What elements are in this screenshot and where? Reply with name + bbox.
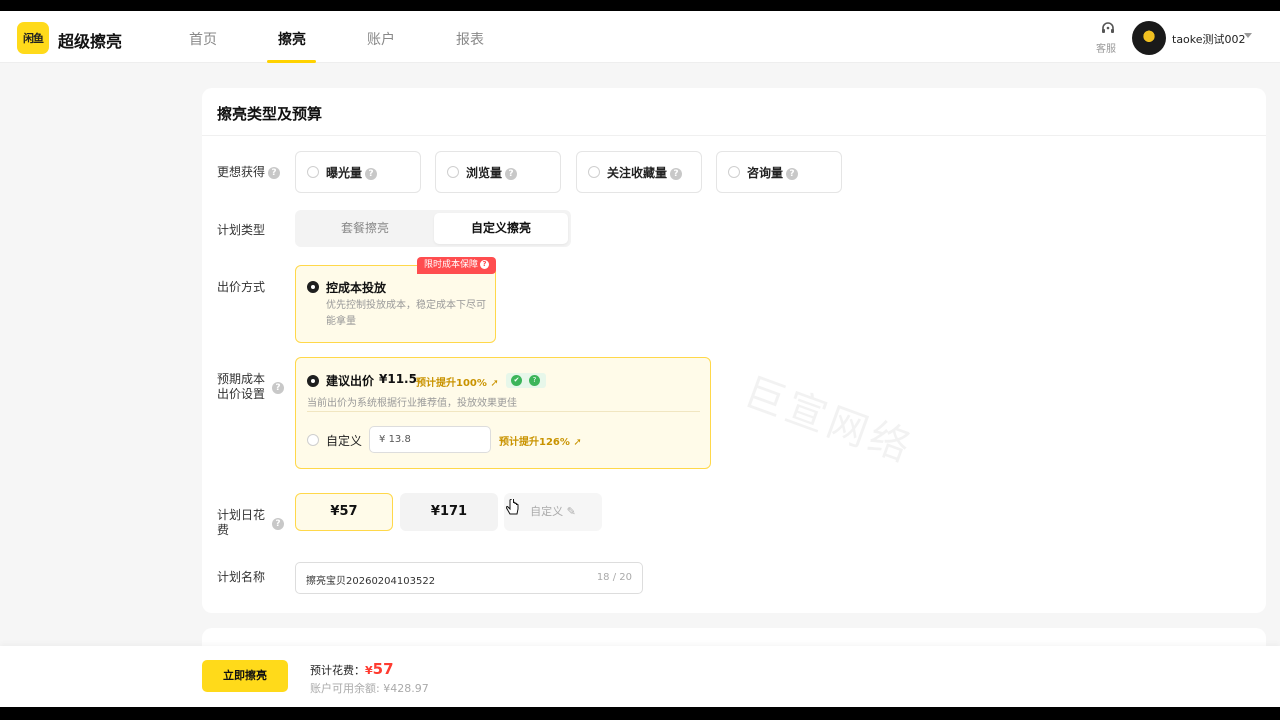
goal-option-views[interactable]: 浏览量? — [435, 151, 561, 193]
suggested-uplift: 预计提升100% ➚ — [416, 378, 499, 389]
goal-option-label: 咨询量? — [747, 164, 799, 181]
bid-option-cost-control[interactable]: 控成本投放 优先控制投放成本，稳定成本下尽可能拿量 — [295, 265, 496, 343]
currency-symbol: ¥ — [379, 434, 386, 445]
polish-now-button[interactable]: 立即擦亮 — [202, 660, 288, 692]
nav-tab-account[interactable]: 账户 — [367, 29, 395, 49]
help-icon[interactable]: ? — [272, 382, 284, 394]
arrow-up-icon: ➚ — [573, 437, 582, 448]
headset-icon — [1102, 22, 1114, 33]
divider — [307, 411, 700, 412]
customer-service-label: 客服 — [1096, 44, 1116, 55]
hand-cursor-icon — [506, 499, 519, 515]
section-title: 擦亮类型及预算 — [217, 105, 323, 123]
radio-icon[interactable] — [307, 166, 319, 178]
plan-type-custom[interactable]: 自定义擦亮 — [434, 213, 568, 244]
expected-cost-label: 预期成本 出价设置 — [217, 372, 266, 401]
nav-tab-report[interactable]: 报表 — [456, 29, 484, 49]
promo-tag: 限时成本保障? — [417, 257, 496, 274]
help-icon[interactable]: ? — [505, 167, 518, 180]
plan-name-value: 擦亮宝贝20260204103522 — [306, 576, 436, 587]
plan-settings-card: 擦亮类型及预算 更想获得? 曝光量? 浏览量? 关注收藏量? 咨询量? 计划类型… — [202, 88, 1266, 613]
username[interactable]: taoke测试002 — [1172, 31, 1246, 47]
help-icon[interactable]: ? — [480, 260, 490, 269]
goal-option-exposure[interactable]: 曝光量? — [295, 151, 421, 193]
radio-icon[interactable] — [728, 166, 740, 178]
goal-option-label: 曝光量? — [326, 164, 378, 181]
account-balance: 账户可用余额: ¥428.97 — [310, 682, 429, 695]
help-icon[interactable]: ? — [670, 167, 683, 180]
watermark: 巨宣网络 — [738, 369, 920, 473]
help-icon[interactable]: ? — [786, 167, 799, 180]
daily-budget-label: 计划日花 费 — [217, 508, 266, 537]
guarantee-badges: ✔ ? — [506, 373, 546, 388]
suggested-bid-desc: 当前出价为系统根据行业推荐值，投放效果更佳 — [307, 398, 517, 409]
goal-option-follows[interactable]: 关注收藏量? — [576, 151, 702, 193]
custom-bid-value: 13.8 — [388, 434, 411, 445]
suggested-bid-label: 建议出价 — [326, 374, 375, 388]
goal-label-row: 更想获得? — [217, 165, 281, 180]
estimated-cost: 预计花费：¥57 — [310, 660, 394, 678]
plan-name-label: 计划名称 — [217, 570, 266, 584]
nav-tab-polish[interactable]: 擦亮 — [278, 29, 306, 49]
expected-cost-panel: 建议出价 ¥11.5 预计提升100% ➚ ✔ ? 当前出价为系统根据行业推荐值… — [295, 357, 711, 469]
radio-icon[interactable] — [588, 166, 600, 178]
shield-icon: ✔ — [511, 375, 522, 386]
bid-option-desc: 优先控制投放成本，稳定成本下尽可能拿量 — [326, 300, 486, 327]
custom-uplift: 预计提升126% ➚ — [499, 437, 582, 448]
arrow-up-icon: ➚ — [490, 378, 499, 389]
app-screen: 闲鱼 超级擦亮 首页 擦亮 账户 报表 客服 taoke测试002 擦亮类型及预… — [0, 11, 1280, 707]
top-bar: 闲鱼 超级擦亮 首页 擦亮 账户 报表 客服 taoke测试002 — [0, 11, 1280, 63]
bid-option-title: 控成本投放 — [326, 281, 387, 295]
nav-active-indicator — [267, 60, 316, 63]
suggested-bid-price: ¥11.5 — [379, 372, 417, 386]
custom-bid-input[interactable]: ¥ 13.8 — [369, 426, 491, 453]
customer-service-button[interactable]: 客服 — [1096, 21, 1120, 55]
goal-option-label: 浏览量? — [466, 164, 518, 181]
help-icon[interactable]: ? — [268, 166, 281, 179]
radio-checked-icon[interactable] — [307, 281, 319, 293]
budget-option-171[interactable]: ¥171 — [400, 493, 498, 531]
footer-action-bar: 立即擦亮 预计花费：¥57 账户可用余额: ¥428.97 — [0, 646, 1280, 707]
bid-method-label: 出价方式 — [217, 280, 266, 294]
app-logo-icon[interactable]: 闲鱼 — [17, 22, 49, 54]
plan-type-package[interactable]: 套餐擦亮 — [298, 213, 432, 244]
pencil-icon: ✎ — [566, 505, 576, 518]
goal-option-label: 关注收藏量? — [607, 164, 683, 181]
plan-type-label: 计划类型 — [217, 223, 266, 237]
nav-tab-home[interactable]: 首页 — [189, 29, 217, 49]
custom-bid-label: 自定义 — [326, 434, 363, 448]
budget-option-57[interactable]: ¥57 — [295, 493, 393, 531]
goal-option-inquiries[interactable]: 咨询量? — [716, 151, 842, 193]
radio-icon[interactable] — [307, 434, 319, 446]
help-icon[interactable]: ? — [272, 518, 284, 530]
chevron-down-icon[interactable] — [1244, 33, 1252, 38]
user-avatar[interactable] — [1132, 21, 1166, 55]
char-counter: 18 / 20 — [596, 572, 632, 583]
goal-label: 更想获得 — [217, 165, 266, 179]
divider — [202, 135, 1266, 136]
plan-type-segmented-control: 套餐擦亮 自定义擦亮 — [295, 210, 571, 247]
radio-checked-icon[interactable] — [307, 375, 319, 387]
radio-icon[interactable] — [447, 166, 459, 178]
plan-name-input[interactable]: 擦亮宝贝20260204103522 18 / 20 — [295, 562, 643, 594]
help-icon[interactable]: ? — [529, 375, 540, 386]
help-icon[interactable]: ? — [365, 167, 378, 180]
app-name: 超级擦亮 — [58, 32, 123, 51]
